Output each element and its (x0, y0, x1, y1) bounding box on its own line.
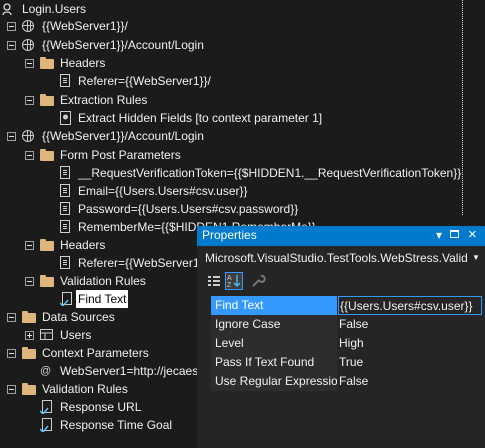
extraction-rule-icon (60, 111, 71, 125)
validation-rule-icon (40, 418, 52, 432)
webtest-icon (2, 3, 12, 16)
header-icon (60, 74, 70, 87)
parameter-label: Email={{Users.Users#csv.user}} (78, 184, 248, 198)
collapse-toggle[interactable] (25, 151, 34, 160)
request-url: {{WebServer1}}/Account/Login (42, 38, 204, 52)
categorized-icon (208, 276, 220, 286)
properties-panel: Properties ▾ × Microsoft.VisualStudio.Te… (197, 226, 485, 448)
splitter-guide (462, 0, 463, 215)
svg-text:Z: Z (227, 282, 232, 289)
globe-icon (22, 20, 34, 32)
folder-icon (40, 239, 54, 251)
validation-rule-icon (40, 400, 52, 414)
globe-icon (22, 130, 34, 142)
validation-rule-label: Response URL (60, 400, 142, 414)
folder-icon (40, 57, 54, 69)
chevron-down-icon: ▼ (471, 248, 481, 268)
property-name: Use Regular Expression (211, 372, 337, 391)
find-text-label: Find Text (76, 290, 129, 308)
context-parameter-label: WebServer1=http://jecaest (60, 364, 202, 378)
property-value[interactable]: High (338, 334, 483, 353)
property-row-use-regular-expression[interactable]: Use Regular Expression False (211, 372, 483, 391)
parameter-label: __RequestVerificationToken={{$HIDDEN1.__… (78, 166, 462, 180)
folder-label: Validation Rules (60, 274, 146, 288)
folder-icon (22, 311, 36, 323)
globe-icon (22, 39, 34, 51)
properties-title: Properties (202, 228, 257, 242)
property-name: Find Text (211, 296, 337, 315)
property-row-ignore-case[interactable]: Ignore Case False (211, 315, 483, 334)
parameter-icon (60, 202, 70, 215)
close-icon[interactable]: × (468, 226, 477, 243)
property-value[interactable]: False (338, 315, 483, 334)
parameter-icon (60, 220, 70, 233)
object-name: Microsoft.VisualStudio.TestTools.WebStre… (205, 251, 468, 265)
folder-label: Extraction Rules (60, 93, 148, 107)
folder-icon (40, 94, 54, 106)
parameter-icon (60, 166, 70, 179)
property-name: Level (211, 334, 337, 353)
folder-label: Headers (60, 238, 106, 252)
context-parameter-icon: @ (40, 365, 52, 377)
collapse-toggle[interactable] (7, 132, 16, 141)
expand-toggle[interactable] (25, 331, 34, 340)
property-row-level[interactable]: Level High (211, 334, 483, 353)
validation-rule-label: Response Time Goal (60, 418, 173, 432)
property-value[interactable]: {{Users.Users#csv.user}} (338, 296, 482, 315)
property-row-find-text[interactable]: Find Text {{Users.Users#csv.user}} (211, 296, 482, 315)
parameter-icon (60, 184, 70, 197)
request-url: {{WebServer1}}/Account/Login (42, 129, 204, 143)
maximize-icon[interactable] (450, 230, 459, 238)
folder-icon (40, 149, 54, 161)
wrench-icon (252, 274, 266, 287)
data-source-label: Users (60, 328, 92, 342)
property-name: Ignore Case (211, 315, 337, 334)
folder-label: Headers (60, 56, 106, 70)
folder-label: Validation Rules (42, 382, 128, 396)
property-value[interactable]: True (338, 353, 483, 372)
property-pages-button[interactable] (249, 272, 267, 290)
extraction-rule-label: Extract Hidden Fields [to context parame… (78, 111, 323, 125)
object-selector[interactable]: Microsoft.VisualStudio.TestTools.WebStre… (205, 248, 481, 268)
folder-icon (22, 383, 36, 395)
expand-toggle[interactable] (7, 22, 16, 31)
validation-rule-icon (60, 292, 72, 306)
collapse-toggle[interactable] (7, 385, 16, 394)
data-source-icon (40, 329, 53, 340)
header-label: Referer={{WebServer1}}/ (78, 74, 211, 88)
request-url: {{WebServer1}}/ (42, 19, 128, 33)
collapse-toggle[interactable] (25, 277, 34, 286)
folder-icon (40, 275, 54, 287)
collapse-toggle[interactable] (7, 41, 16, 50)
properties-title-bar[interactable]: Properties ▾ × (197, 226, 485, 246)
header-icon (60, 256, 70, 269)
sort-alphabetical-icon: A Z (227, 275, 241, 289)
property-name: Pass If Text Found (211, 353, 337, 372)
categorized-button[interactable] (205, 272, 223, 290)
window-position-icon[interactable]: ▾ (436, 228, 442, 242)
folder-label: Context Parameters (42, 346, 149, 360)
property-row-pass-if-text-found[interactable]: Pass If Text Found True (211, 353, 483, 372)
header-label: Referer={{WebServer1} (78, 256, 204, 270)
parameter-label: Password={{Users.Users#csv.password}} (78, 202, 299, 216)
property-value[interactable]: False (338, 372, 483, 391)
collapse-toggle[interactable] (25, 96, 34, 105)
folder-label: Data Sources (42, 310, 115, 324)
alphabetical-button[interactable]: A Z (225, 272, 243, 290)
root-label: Login.Users (22, 2, 87, 16)
collapse-toggle[interactable] (25, 241, 34, 250)
folder-label: Form Post Parameters (60, 148, 181, 162)
folder-icon (22, 347, 36, 359)
collapse-toggle[interactable] (7, 313, 16, 322)
collapse-toggle[interactable] (7, 349, 16, 358)
collapse-toggle[interactable] (25, 59, 34, 68)
svg-text:A: A (227, 275, 232, 282)
